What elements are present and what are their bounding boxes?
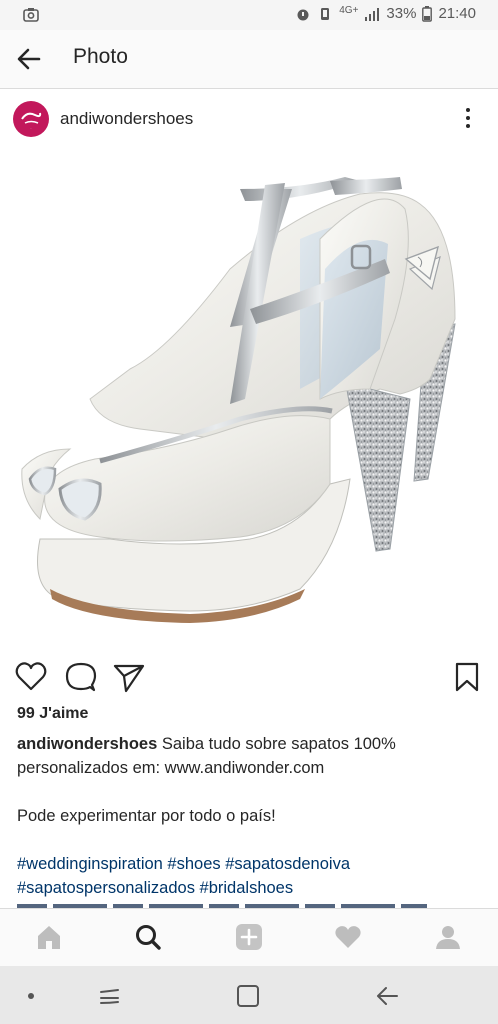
battery-icon [422,5,433,22]
post-caption: andiwondershoes Saiba tudo sobre sapatos… [17,732,487,900]
signal-icon [365,7,380,21]
nav-home[interactable] [34,922,64,952]
nav-activity[interactable] [333,922,363,952]
caption-username[interactable]: andiwondershoes [17,735,157,753]
home-icon [38,926,60,949]
hashtags-line-2[interactable]: #sapatospersonalizados #bridalshoes [17,876,487,900]
nav-add[interactable] [234,922,264,952]
post-actions [0,656,498,700]
post-username[interactable]: andiwondershoes [60,109,193,129]
save-button[interactable] [450,660,484,694]
avatar[interactable]: . [13,101,49,137]
back-button[interactable] [14,44,44,74]
status-right: 4G+ 33% 21:40 [295,5,476,22]
battery-percent: 33% [386,5,417,22]
profile-icon [436,926,460,949]
add-icon [236,924,262,950]
heart-outline-icon [15,662,47,691]
notification-icon [22,6,40,28]
alarm-icon [297,9,309,20]
more-vertical-icon [466,108,470,128]
more-options-button[interactable] [456,105,480,133]
system-nav-bar [0,966,498,1024]
back-system-button[interactable] [374,983,400,1009]
nav-dot [18,983,44,1009]
post-photo[interactable] [0,149,498,649]
bookmark-icon [455,662,479,692]
likes-count[interactable]: 99 J'aime [17,705,88,723]
status-bar: 4G+ 33% 21:40 [0,0,498,30]
hashtags-line-1[interactable]: #weddinginspiration #shoes #sapatosdenoi… [17,852,487,876]
app-bar: Photo [0,30,498,89]
recent-apps-button[interactable] [96,983,122,1009]
page-title: Photo [73,45,128,68]
home-square-icon [237,985,259,1007]
network-type: 4G+ [339,5,359,16]
nav-profile[interactable] [433,922,463,952]
back-arrow-icon [377,987,398,1005]
search-icon [136,925,161,950]
svg-text:.: . [31,126,32,130]
comment-button[interactable] [64,660,98,694]
post-header: . andiwondershoes [0,89,498,149]
heart-icon [335,926,361,948]
share-button[interactable] [112,660,146,694]
caption-line-2: Pode experimentar por todo o país! [17,807,276,825]
comment-icon [65,662,97,692]
home-button[interactable] [235,983,261,1009]
vibrate-icon [321,7,330,20]
recent-apps-icon [100,989,119,1004]
send-icon [113,664,145,693]
nav-search[interactable] [133,922,163,952]
arrow-left-icon [17,48,41,70]
bottom-nav [0,908,498,967]
clock: 21:40 [438,5,476,22]
like-button[interactable] [14,660,48,694]
dot-icon [28,993,34,999]
